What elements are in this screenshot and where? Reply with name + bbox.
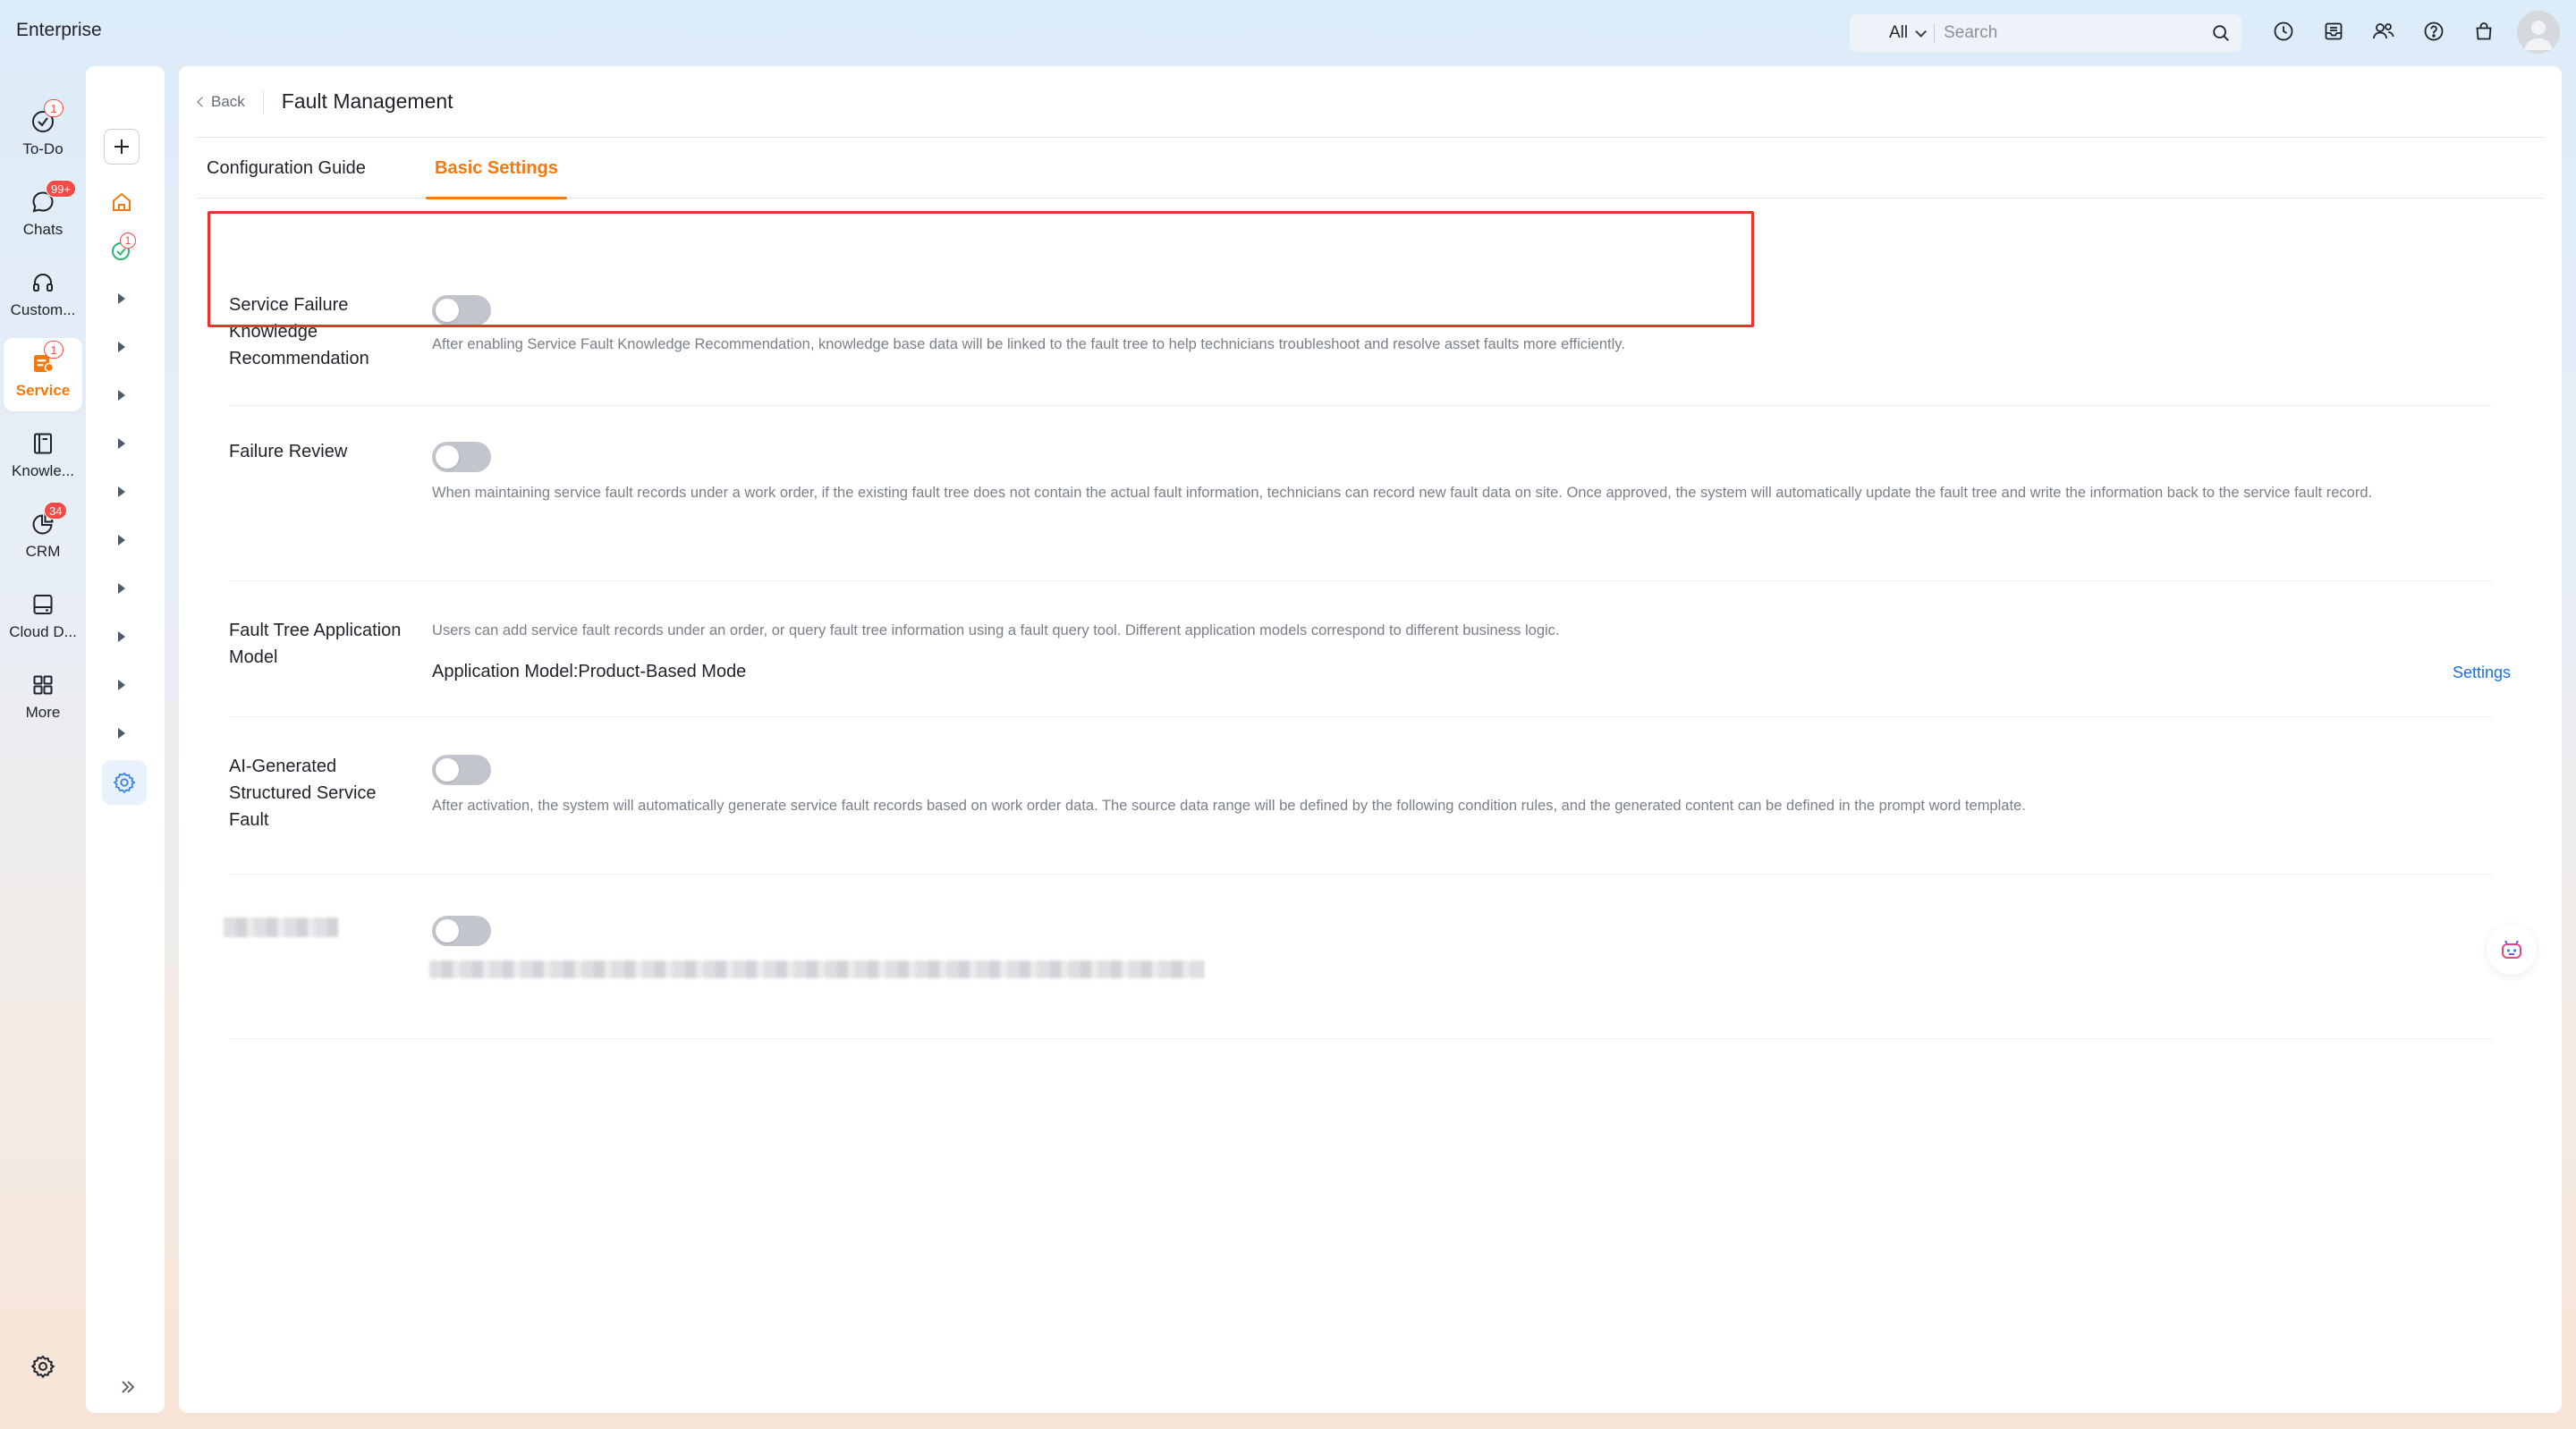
- service-icon: 1: [30, 341, 64, 376]
- app-rail: 1 To-Do 99+ Chats Custom... 1 Service Kn…: [0, 64, 86, 1429]
- rail-item-crm[interactable]: 34 CRM: [4, 499, 82, 572]
- rail-item-label: CRM: [25, 543, 61, 560]
- page-header: Back Fault Management: [197, 66, 2544, 138]
- help-icon[interactable]: [2422, 20, 2445, 43]
- grid-icon: [30, 672, 56, 698]
- gear-icon[interactable]: [30, 1354, 55, 1379]
- robot-icon: [2502, 940, 2521, 959]
- bag-icon[interactable]: [2472, 20, 2496, 43]
- setting-application-model: Fault Tree Application Model Users can a…: [229, 581, 2511, 717]
- redacted-setting-toggle[interactable]: [432, 916, 491, 946]
- rail-item-label: Custom...: [10, 301, 76, 318]
- rail-item-label: Service: [15, 382, 71, 399]
- expand-arrow-icon[interactable]: [118, 342, 125, 352]
- expand-arrow-icon[interactable]: [118, 390, 125, 401]
- rail-item-cloud-drive[interactable]: Cloud D...: [4, 579, 82, 653]
- rail-item-todo[interactable]: 1 To-Do: [4, 97, 82, 170]
- ai-assistant-button[interactable]: [2487, 925, 2537, 975]
- home-icon[interactable]: [107, 188, 136, 216]
- expand-arrow-icon[interactable]: [118, 535, 125, 545]
- search-divider: [1934, 23, 1936, 43]
- setting-description: When maintaining service fault records u…: [432, 485, 2373, 501]
- rail-item-more[interactable]: More: [4, 660, 82, 733]
- rail-item-service[interactable]: 1 Service: [4, 338, 82, 411]
- back-button[interactable]: Back: [197, 92, 245, 111]
- approval-badge: 1: [120, 233, 136, 249]
- rail-item-chats[interactable]: 99+ Chats: [4, 177, 82, 250]
- crm-icon: 34: [30, 502, 68, 537]
- setting-label: Fault Tree Application Model: [229, 621, 402, 667]
- avatar[interactable]: [2517, 11, 2560, 54]
- setting-label: Failure Review: [229, 442, 348, 461]
- gear-icon: [113, 772, 136, 794]
- rail-item-label: To-Do: [22, 140, 64, 157]
- expand-arrow-icon[interactable]: [118, 583, 125, 594]
- failure-review-toggle[interactable]: [432, 442, 491, 472]
- header-divider: [262, 89, 264, 114]
- expand-arrow-icon[interactable]: [118, 293, 125, 304]
- search-input[interactable]: [1944, 23, 2204, 43]
- drive-icon: [30, 591, 56, 618]
- setting-redacted: [224, 875, 2492, 1039]
- search-scope-dropdown[interactable]: All: [1889, 23, 1928, 43]
- tab-bar: Configuration Guide Basic Settings: [197, 138, 2544, 199]
- tab-basic-settings[interactable]: Basic Settings: [426, 138, 567, 199]
- setting-failure-review: Failure Review When maintaining service …: [229, 406, 2492, 581]
- tab-configuration-guide[interactable]: Configuration Guide: [207, 138, 366, 199]
- expand-arrow-icon[interactable]: [118, 486, 125, 497]
- clock-icon[interactable]: [2272, 20, 2295, 43]
- chevron-left-icon: [197, 96, 208, 107]
- rail-item-label: Cloud D...: [9, 623, 77, 640]
- crm-badge: 34: [44, 502, 68, 520]
- highlight-annotation: [208, 211, 1754, 327]
- contacts-icon[interactable]: [2372, 20, 2395, 43]
- rail-item-label: Knowle...: [12, 462, 74, 479]
- expand-arrow-icon[interactable]: [118, 728, 125, 739]
- ai-generated-toggle[interactable]: [432, 755, 491, 785]
- brand-name: Enterprise: [16, 20, 102, 40]
- rail-item-customer[interactable]: Custom...: [4, 258, 82, 331]
- application-model-settings-link[interactable]: Settings: [2453, 664, 2511, 682]
- expand-arrow-icon[interactable]: [118, 680, 125, 690]
- setting-label: AI-Generated Structured Service Fault: [229, 757, 377, 830]
- chat-icon: 99+: [30, 180, 77, 216]
- plus-icon: [114, 140, 129, 154]
- back-label: Back: [211, 92, 245, 110]
- redacted-description: [429, 960, 1204, 978]
- global-search[interactable]: All: [1850, 14, 2241, 52]
- chats-badge: 99+: [46, 180, 77, 198]
- module-settings-button[interactable]: [102, 760, 147, 805]
- inbox-icon[interactable]: [2322, 20, 2345, 43]
- rail-item-label: Chats: [22, 221, 64, 238]
- book-icon: [30, 430, 56, 457]
- approval-icon[interactable]: 1: [107, 233, 136, 265]
- search-icon[interactable]: [2211, 23, 2231, 43]
- expand-arrow-icon[interactable]: [118, 438, 125, 449]
- module-sidebar: 1: [86, 66, 165, 1413]
- top-bar: Enterprise All: [0, 0, 2576, 64]
- add-button[interactable]: [104, 129, 140, 165]
- expand-arrow-icon[interactable]: [118, 631, 125, 642]
- headset-icon: [30, 269, 56, 296]
- double-chevron-right-icon[interactable]: [118, 1377, 138, 1397]
- rail-item-knowledge[interactable]: Knowle...: [4, 419, 82, 492]
- chevron-down-icon: [1915, 25, 1928, 38]
- setting-description: After enabling Service Fault Knowledge R…: [432, 336, 1625, 352]
- todo-icon: 1: [30, 99, 64, 135]
- search-scope-label: All: [1889, 23, 1909, 42]
- page-title: Fault Management: [281, 89, 453, 113]
- setting-description: Users can add service fault records unde…: [432, 622, 1560, 638]
- redacted-label: [224, 917, 338, 937]
- rail-item-label: More: [25, 704, 61, 721]
- todo-badge: 1: [44, 99, 64, 117]
- service-badge: 1: [44, 341, 64, 359]
- application-model-value: Application Model:Product-Based Mode: [432, 662, 747, 681]
- setting-description: After activation, the system will automa…: [432, 798, 2026, 814]
- setting-ai-generated-fault: AI-Generated Structured Service Fault Af…: [229, 717, 2492, 875]
